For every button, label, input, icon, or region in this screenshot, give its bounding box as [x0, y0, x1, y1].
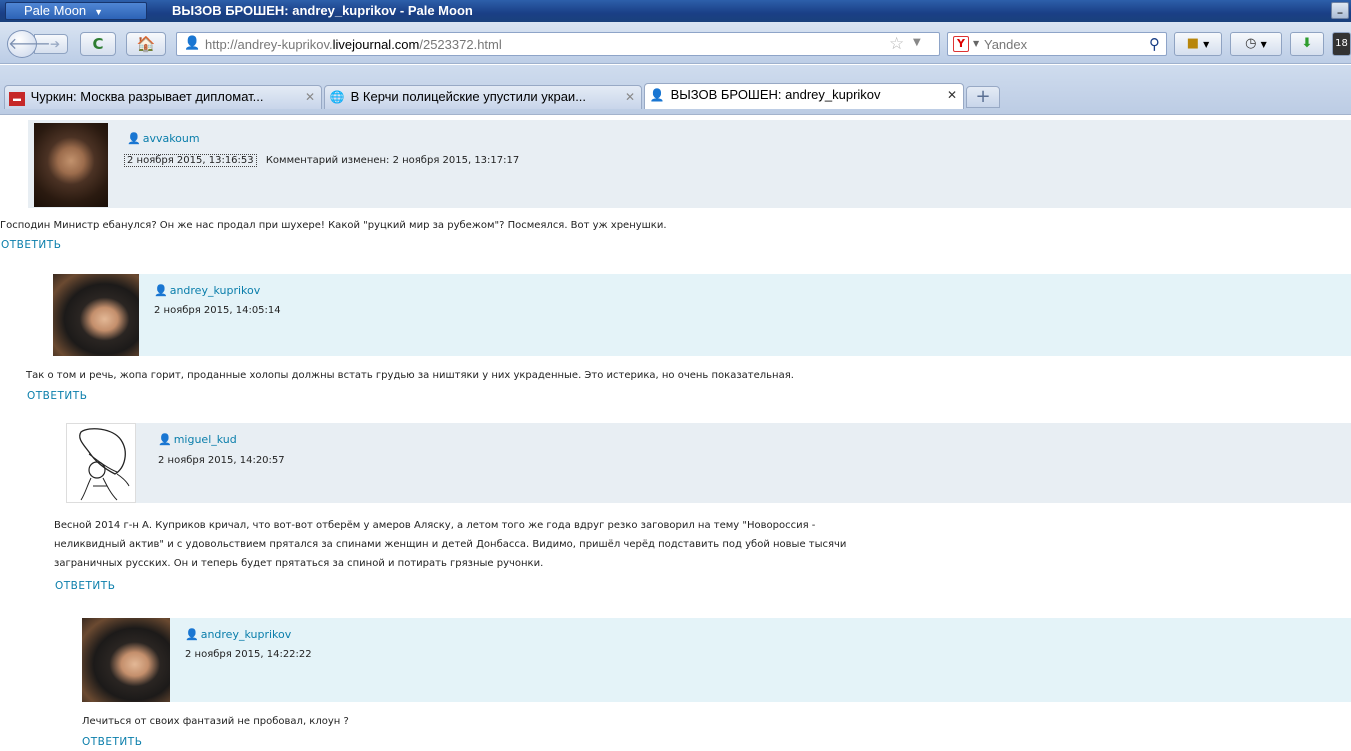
- app-menu-button[interactable]: Pale Moon ▼: [5, 2, 147, 20]
- reload-button[interactable]: C: [80, 32, 116, 56]
- username[interactable]: miguel_kud: [174, 433, 237, 446]
- url-bar[interactable]: 👤 http://andrey-kuprikov.livejournal.com…: [176, 32, 940, 56]
- minimize-button[interactable]: _: [1331, 2, 1349, 19]
- bookmark-star-icon[interactable]: ☆: [889, 34, 904, 54]
- comment-text: Господин Министр ебанулся? Он же нас про…: [0, 220, 667, 231]
- comment-author[interactable]: 👤 avvakoum: [127, 132, 200, 145]
- bookmarks-menu-button[interactable]: ■ ▼: [1174, 32, 1222, 56]
- user-favicon-icon: 👤: [649, 88, 665, 102]
- comment-date[interactable]: 2 ноября 2015, 14:22:22: [185, 649, 312, 660]
- forward-arrow-icon: ➔: [49, 37, 61, 51]
- url-dropdown-icon[interactable]: ▼: [913, 37, 921, 48]
- comment-date[interactable]: 2 ноября 2015, 14:20:57: [158, 455, 285, 466]
- close-tab-icon[interactable]: ✕: [305, 86, 315, 108]
- plus-icon: +: [975, 86, 991, 107]
- user-icon: 👤: [154, 284, 168, 297]
- yandex-icon[interactable]: Y: [953, 36, 969, 52]
- cartoon-avatar-icon: [79, 428, 130, 501]
- reply-link[interactable]: ОТВЕТИТЬ: [55, 580, 115, 592]
- download-arrow-icon: ⬇: [1301, 36, 1313, 51]
- tab-title: ВЫЗОВ БРОШЕН: andrey_kuprikov: [670, 87, 881, 102]
- comment-date-link[interactable]: 2 ноября 2015, 13:16:53: [124, 154, 257, 167]
- username[interactable]: andrey_kuprikov: [201, 628, 292, 641]
- reload-icon: C: [92, 35, 104, 53]
- comment-author[interactable]: 👤 andrey_kuprikov: [185, 628, 291, 641]
- navigation-toolbar: ➔ 🡐 C 🏠 👤 http://andrey-kuprikov.livejou…: [0, 22, 1351, 64]
- news-favicon-icon: ▬: [9, 92, 25, 106]
- history-button[interactable]: ◷ ▼: [1230, 32, 1282, 56]
- reply-link[interactable]: ОТВЕТИТЬ: [1, 239, 61, 251]
- tab-title: Чуркин: Москва разрывает дипломат...: [30, 89, 264, 104]
- comment-text-line: неликвидный актив" и с удовольствием пря…: [54, 539, 847, 550]
- comment-edited-note: Комментарий изменен: 2 ноября 2015, 13:1…: [265, 155, 520, 166]
- url-text[interactable]: http://andrey-kuprikov.livejournal.com/2…: [205, 37, 502, 52]
- chevron-down-icon: ▼: [94, 7, 104, 17]
- user-icon: 👤: [185, 628, 199, 641]
- avatar[interactable]: [34, 123, 108, 207]
- back-forward-group: ➔ 🡐: [7, 30, 71, 58]
- username[interactable]: avvakoum: [143, 132, 200, 145]
- history-clock-icon: ◷: [1245, 36, 1257, 51]
- comment-date[interactable]: 2 ноября 2015, 14:05:14: [154, 305, 281, 316]
- comment-text-line: Весной 2014 г-н А. Куприков кричал, что …: [54, 520, 816, 531]
- tab-kerch[interactable]: 🌐 В Керчи полицейские упустили украи... …: [324, 85, 642, 109]
- search-input[interactable]: Yandex: [984, 37, 1027, 52]
- back-button[interactable]: 🡐: [7, 30, 51, 58]
- comment-text: Лечиться от своих фантазий не пробовал, …: [82, 716, 349, 727]
- globe-favicon-icon: 🌐: [329, 90, 345, 104]
- app-menu-label: Pale Moon: [24, 3, 87, 18]
- avatar[interactable]: [66, 423, 136, 503]
- close-tab-icon[interactable]: ✕: [947, 84, 957, 106]
- page-content: 👤 avvakoum 2 ноября 2015, 13:16:53 Коммен…: [0, 116, 1351, 751]
- calendar-label: 18: [1335, 38, 1348, 49]
- calendar-button[interactable]: 18: [1332, 32, 1351, 56]
- tab-strip: ▬ Чуркин: Москва разрывает дипломат... ✕…: [0, 65, 1351, 115]
- site-identity-icon: 👤: [184, 36, 201, 51]
- username[interactable]: andrey_kuprikov: [170, 284, 261, 297]
- back-arrow-icon: 🡐: [8, 34, 51, 53]
- home-button[interactable]: 🏠: [126, 32, 166, 56]
- search-bar[interactable]: Y ▼ Yandex ⚲: [947, 32, 1167, 56]
- new-tab-button[interactable]: +: [966, 86, 1000, 108]
- comment-author[interactable]: 👤 miguel_kud: [158, 433, 237, 446]
- reply-link[interactable]: ОТВЕТИТЬ: [82, 736, 142, 748]
- search-engine-dropdown-icon[interactable]: ▼: [973, 39, 979, 48]
- avatar[interactable]: [82, 618, 170, 702]
- home-icon: 🏠: [136, 35, 156, 53]
- search-icon[interactable]: ⚲: [1149, 35, 1160, 53]
- close-tab-icon[interactable]: ✕: [625, 86, 635, 108]
- avatar[interactable]: [53, 274, 139, 356]
- tab-churkin[interactable]: ▬ Чуркин: Москва разрывает дипломат... ✕: [4, 85, 322, 109]
- comment-author[interactable]: 👤 andrey_kuprikov: [154, 284, 260, 297]
- downloads-button[interactable]: ⬇: [1290, 32, 1324, 56]
- comment-text: Так о том и речь, жопа горит, проданные …: [26, 370, 794, 381]
- bookmarks-icon: ■: [1186, 36, 1199, 51]
- user-icon: 👤: [127, 132, 141, 145]
- comment-text-line: заграничных русских. Он и теперь будет п…: [54, 558, 544, 569]
- tab-vyzov-broshen[interactable]: 👤 ВЫЗОВ БРОШЕН: andrey_kuprikov ✕: [644, 83, 964, 109]
- window-title: ВЫЗОВ БРОШЕН: andrey_kuprikov - Pale Moo…: [172, 3, 473, 18]
- user-icon: 👤: [158, 433, 172, 446]
- reply-link[interactable]: ОТВЕТИТЬ: [27, 390, 87, 402]
- window-titlebar: Pale Moon ▼ ВЫЗОВ БРОШЕН: andrey_kuprikov…: [0, 0, 1351, 22]
- comment-date[interactable]: 2 ноября 2015, 13:16:53 Комментарий изме…: [124, 154, 520, 167]
- tab-title: В Керчи полицейские упустили украи...: [350, 89, 587, 104]
